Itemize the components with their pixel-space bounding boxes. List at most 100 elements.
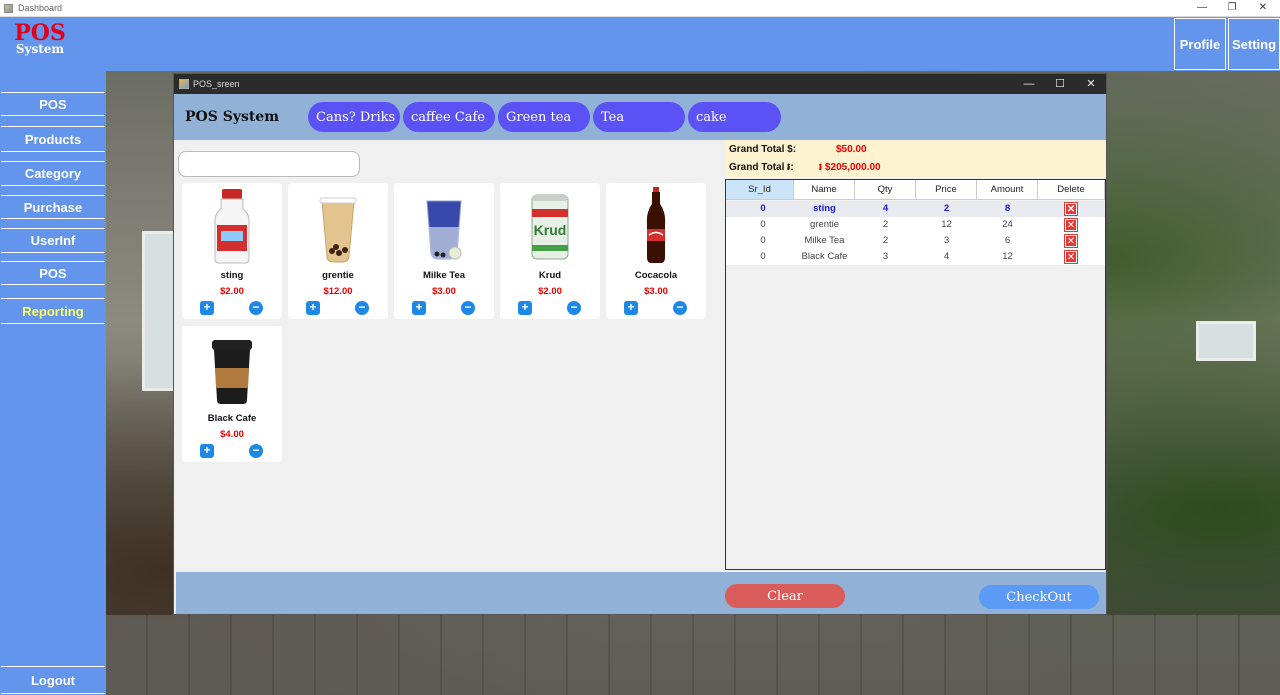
table-row[interactable]: 0 grentie 2 12 24 ✕ <box>726 217 1105 233</box>
grand-totals: Grand Total $: $50.00 Grand Total ៛: ៛ $… <box>725 140 1106 178</box>
category-tea-button[interactable]: Tea <box>593 102 685 132</box>
pos-titlebar: POS_sreen — ☐ ✕ <box>174 74 1106 94</box>
cell-qty: 2 <box>882 219 889 230</box>
coffee-cup-icon <box>212 340 252 404</box>
clear-button[interactable]: Clear <box>725 584 845 608</box>
delete-row-icon[interactable]: ✕ <box>1064 202 1078 216</box>
remove-quantity-button[interactable]: − <box>249 444 263 458</box>
delete-row-icon[interactable]: ✕ <box>1064 250 1078 264</box>
product-name: grentie <box>322 270 354 281</box>
cell-name: Milke Tea <box>804 235 845 246</box>
product-name: Cocacola <box>634 270 678 281</box>
remove-quantity-button[interactable]: − <box>673 301 687 315</box>
product-card-grentie[interactable]: grentie $12.00 + − <box>288 183 388 319</box>
cola-bottle-icon <box>646 187 666 263</box>
sidebar-item-userinf[interactable]: UserInf <box>1 228 105 253</box>
cell-name: sting <box>813 203 836 214</box>
product-card-krud[interactable]: Krud Krud $2.00 + − <box>500 183 600 319</box>
product-card-milke-tea[interactable]: Milke Tea $3.00 + − <box>394 183 494 319</box>
sidebar-item-purchase[interactable]: Purchase <box>1 195 105 219</box>
app-icon <box>4 3 13 13</box>
pos-maximize-button[interactable]: ☐ <box>1045 74 1075 94</box>
product-name: Milke Tea <box>422 270 466 281</box>
milk-bottle-icon <box>214 189 250 264</box>
add-quantity-button[interactable]: + <box>306 301 320 315</box>
table-row[interactable]: 0 Milke Tea 2 3 6 ✕ <box>726 233 1105 249</box>
category-caffee-cafe-button[interactable]: caffee Cafe <box>403 102 495 132</box>
product-price: $3.00 <box>644 286 668 297</box>
product-card-black-cafe[interactable]: Black Cafe $4.00 + − <box>182 326 282 462</box>
table-row[interactable]: 0 sting 4 2 8 ✕ <box>726 201 1105 217</box>
sidebar-item-pos[interactable]: POS <box>1 92 105 116</box>
sidebar-item-category[interactable]: Category <box>1 161 105 186</box>
top-header: POS System Profile Setting <box>0 17 1280 71</box>
remove-quantity-button[interactable]: − <box>567 301 581 315</box>
product-card-sting[interactable]: sting $2.00 + − <box>182 183 282 319</box>
delete-row-icon[interactable]: ✕ <box>1064 234 1078 248</box>
remove-quantity-button[interactable]: − <box>249 301 263 315</box>
category-cans-driks-button[interactable]: Cans? Driks <box>308 102 400 132</box>
setting-button[interactable]: Setting <box>1228 18 1280 70</box>
logout-button[interactable]: Logout <box>1 666 105 694</box>
cell-sr-id: 0 <box>760 219 766 230</box>
cart-table[interactable]: Sr_Id Name Qty Price Amount Delete 0 sti… <box>725 179 1106 570</box>
column-header-qty[interactable]: Qty <box>855 180 916 200</box>
brand-subtitle: System <box>15 42 65 56</box>
table-row[interactable]: 0 Black Cafe 3 4 12 ✕ <box>726 249 1105 265</box>
column-header-delete[interactable]: Delete <box>1038 180 1105 200</box>
pos-window: POS_sreen — ☐ ✕ POS System Cans? Driks c… <box>173 73 1107 615</box>
add-quantity-button[interactable]: + <box>200 301 214 315</box>
cell-qty: 4 <box>882 203 889 214</box>
restore-button[interactable]: ❐ <box>1217 0 1247 17</box>
add-quantity-button[interactable]: + <box>624 301 638 315</box>
sidebar-item-products[interactable]: Products <box>1 126 105 152</box>
minimize-button[interactable]: — <box>1187 0 1217 17</box>
category-cake-button[interactable]: cake <box>688 102 781 132</box>
pos-minimize-button[interactable]: — <box>1014 74 1044 94</box>
cell-sr-id: 0 <box>760 203 766 214</box>
pos-close-button[interactable]: ✕ <box>1076 74 1106 94</box>
sidebar-item-pos-2[interactable]: POS <box>1 261 105 285</box>
pos-window-title: POS_sreen <box>193 79 240 89</box>
app-title: Dashboard <box>18 3 63 13</box>
remove-quantity-button[interactable]: − <box>355 301 369 315</box>
add-quantity-button[interactable]: + <box>412 301 426 315</box>
checkout-button[interactable]: CheckOut <box>979 585 1099 609</box>
product-price: $2.00 <box>538 286 562 297</box>
svg-text:Krud: Krud <box>534 222 567 238</box>
cell-amount: 6 <box>1004 235 1011 246</box>
search-input[interactable] <box>178 151 360 177</box>
photo-floor <box>106 615 1280 695</box>
product-name: Black Cafe <box>207 413 257 424</box>
pos-header: POS System Cans? Driks caffee Cafe Green… <box>174 94 1106 140</box>
column-header-name[interactable]: Name <box>794 180 855 200</box>
cell-name: grentie <box>809 219 840 230</box>
cell-sr-id: 0 <box>760 235 766 246</box>
column-header-price[interactable]: Price <box>916 180 977 200</box>
column-header-sr-id[interactable]: Sr_Id <box>726 180 794 200</box>
grand-total-riel-label: Grand Total ៛: <box>729 162 794 173</box>
photo-window <box>1196 321 1256 361</box>
cell-name: Black Cafe <box>801 251 848 262</box>
remove-quantity-button[interactable]: − <box>461 301 475 315</box>
category-green-tea-button[interactable]: Green tea <box>498 102 590 132</box>
pos-window-icon <box>179 79 189 89</box>
cell-amount: 12 <box>1002 251 1013 262</box>
delete-row-icon[interactable]: ✕ <box>1064 218 1078 232</box>
cell-price: 2 <box>943 203 950 214</box>
close-button[interactable]: ✕ <box>1248 0 1278 17</box>
product-card-cocacola[interactable]: Cocacola $3.00 + − <box>606 183 706 319</box>
add-quantity-button[interactable]: + <box>518 301 532 315</box>
add-quantity-button[interactable]: + <box>200 444 214 458</box>
cell-price: 3 <box>943 235 950 246</box>
cell-sr-id: 0 <box>760 251 766 262</box>
pos-heading: POS System <box>185 109 280 125</box>
sidebar: POS Products Category Purchase UserInf P… <box>0 71 106 695</box>
column-header-amount[interactable]: Amount <box>977 180 1038 200</box>
profile-button[interactable]: Profile <box>1174 18 1226 70</box>
product-name: sting <box>220 270 244 281</box>
cell-price: 4 <box>943 251 950 262</box>
sidebar-item-reporting[interactable]: Reporting <box>1 298 105 324</box>
cell-price: 12 <box>941 219 952 230</box>
product-price: $12.00 <box>323 286 353 297</box>
